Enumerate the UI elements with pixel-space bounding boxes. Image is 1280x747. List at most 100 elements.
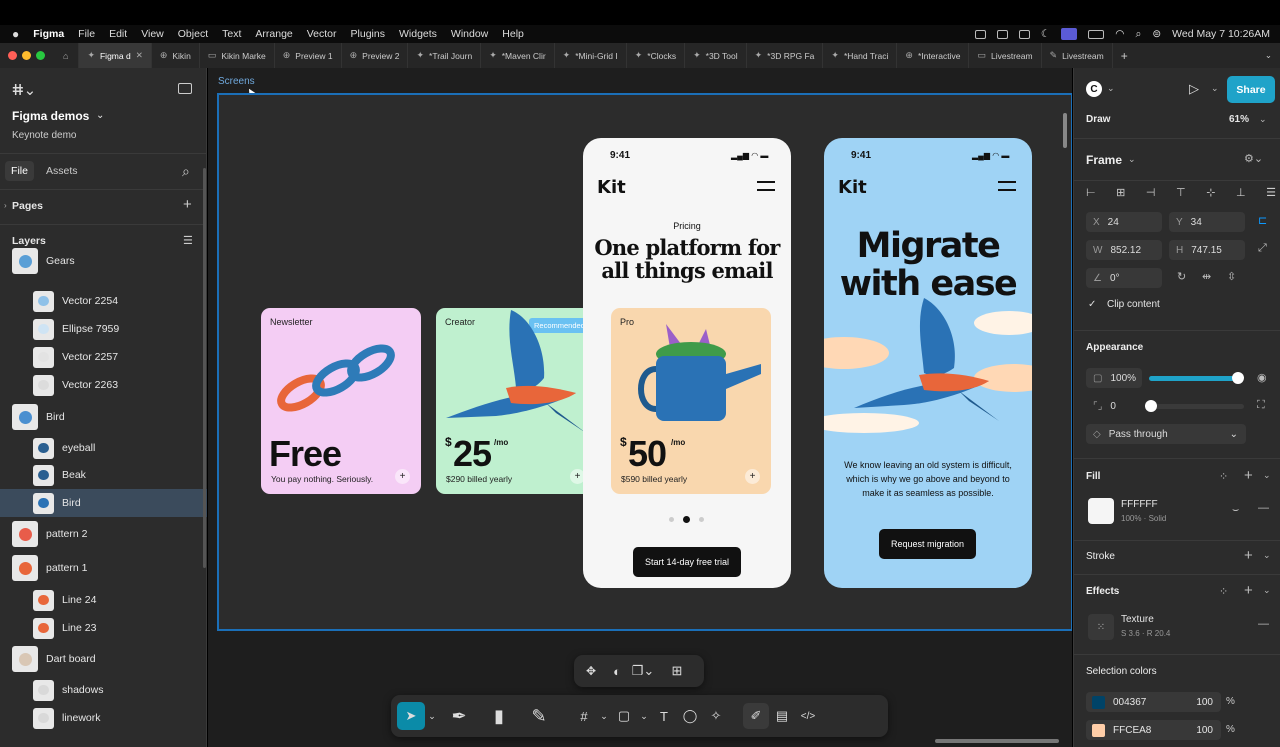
rectangle-tool-icon[interactable]: ▢ xyxy=(611,703,637,729)
comment-tool-icon[interactable]: ◯ xyxy=(677,703,703,729)
menu-file[interactable]: File xyxy=(78,28,95,40)
file-tab-3[interactable]: ⊕ Preview 1 xyxy=(275,43,342,68)
distribute-icon[interactable]: ☰ xyxy=(1266,186,1276,199)
menu-window[interactable]: Window xyxy=(451,28,488,40)
file-tab-12[interactable]: ⊕ *Interactive xyxy=(897,43,970,68)
selection-color-row[interactable]: 004367 100 xyxy=(1086,692,1221,712)
close-tab-icon[interactable]: ✕ xyxy=(136,50,143,61)
menu-view[interactable]: View xyxy=(141,28,164,40)
home-tab[interactable]: ⌂ xyxy=(53,43,80,68)
layer-row[interactable]: Gears xyxy=(0,247,207,275)
maximize-window-button[interactable] xyxy=(36,51,45,60)
zoom-chevron-icon[interactable]: ⌄ xyxy=(1259,114,1267,125)
layer-row[interactable]: Dart board xyxy=(0,645,207,673)
file-tab-13[interactable]: ▭ Livestream xyxy=(969,43,1042,68)
align-middle-v-icon[interactable]: ⊹ xyxy=(1206,186,1215,199)
layer-row[interactable]: Ellipse 7959 xyxy=(0,315,207,343)
canvas[interactable]: Screens Newsletter Free You pay nothing.… xyxy=(208,68,1072,747)
control-center-icon[interactable]: ⊜ xyxy=(1152,28,1161,40)
layer-row[interactable]: Vector 2263 xyxy=(0,371,207,399)
menu-figma[interactable]: Figma xyxy=(33,28,64,40)
search-icon[interactable]: ⌕ xyxy=(182,163,190,180)
add-stroke-icon[interactable]: + xyxy=(1244,547,1253,564)
search-icon[interactable]: ⌕ xyxy=(1135,28,1141,41)
menu-edit[interactable]: Edit xyxy=(109,28,127,40)
width-field[interactable]: W 852.12 xyxy=(1086,240,1162,260)
wifi-icon[interactable]: ◠ xyxy=(1115,28,1124,40)
frame-type-dropdown[interactable]: Frame xyxy=(1086,153,1122,167)
layer-row[interactable]: pattern 1 xyxy=(0,554,207,582)
pro-card[interactable]: Pro $ 50 /mo $590 billed yearly + xyxy=(611,308,771,494)
mask-icon[interactable]: ◐ xyxy=(604,658,630,684)
layer-row[interactable]: shadows xyxy=(0,676,207,704)
fill-swatch[interactable] xyxy=(1088,498,1114,524)
file-tab-11[interactable]: ✦ *Hand Traci xyxy=(823,43,898,68)
carousel-dot[interactable] xyxy=(699,517,704,522)
layer-row[interactable]: pattern 2 xyxy=(0,520,207,548)
design-mode-icon[interactable]: ▤ xyxy=(769,703,795,729)
tab-assets[interactable]: Assets xyxy=(46,165,78,177)
add-plan-button[interactable]: + xyxy=(395,469,410,484)
user-avatar[interactable]: C xyxy=(1086,81,1102,97)
add-page-icon[interactable]: + xyxy=(183,196,192,213)
avatar-chevron-icon[interactable]: ⌄ xyxy=(1107,83,1115,94)
close-window-button[interactable] xyxy=(8,51,17,60)
layer-row[interactable]: Vector 2257 xyxy=(0,343,207,371)
pricing-phone-screen[interactable]: 9:41 ▂▄▆ ◠ ▬ Kit Pricing One platform fo… xyxy=(583,138,791,588)
layer-row[interactable]: Bird xyxy=(0,403,207,431)
move-tool-chevron-icon[interactable]: ⌄ xyxy=(425,703,439,729)
remove-fill-icon[interactable]: — xyxy=(1258,502,1269,514)
file-tab-14[interactable]: ✎ Livestream xyxy=(1042,43,1113,68)
align-left-icon[interactable]: ⊢ xyxy=(1086,186,1096,199)
canvas-v-scrollbar[interactable] xyxy=(1063,113,1067,148)
radius-slider-track[interactable] xyxy=(1149,404,1244,409)
start-trial-button[interactable]: Start 14-day free trial xyxy=(633,547,741,577)
battery-icon[interactable] xyxy=(1088,29,1105,39)
corner-radius-field[interactable]: ⌜⌟ 0 xyxy=(1086,396,1142,416)
menu-arrange[interactable]: Arrange xyxy=(255,28,292,40)
creator-card[interactable]: Creator Recommended $ 25 /mo $290 billed… xyxy=(436,308,596,494)
component-icon[interactable]: ✥ xyxy=(578,658,604,684)
menu-text[interactable]: Text xyxy=(222,28,241,40)
fill-chevron-icon[interactable]: ⌄ xyxy=(1263,470,1271,481)
flip-horizontal-icon[interactable]: ⇹ xyxy=(1202,270,1211,283)
status-icon-a[interactable] xyxy=(974,29,986,39)
panel-toggle-icon[interactable] xyxy=(178,83,192,94)
x-field[interactable]: X 24 xyxy=(1086,212,1162,232)
carousel-dot[interactable] xyxy=(669,517,674,522)
clip-content-checkbox[interactable]: ✓ xyxy=(1088,299,1096,310)
screen-mirror-icon[interactable] xyxy=(1061,28,1078,40)
layer-row[interactable]: Bird xyxy=(0,489,207,517)
zoom-level[interactable]: 61% xyxy=(1229,114,1249,125)
figma-menu-icon[interactable]: ⵌ⌄ xyxy=(12,81,36,99)
present-play-icon[interactable]: ▷ xyxy=(1189,81,1199,97)
layer-row[interactable]: linework xyxy=(0,704,207,732)
migrate-phone-screen[interactable]: 9:41 ▂▄▆ ◠ ▬ Kit Migrate with ease We kn… xyxy=(824,138,1032,588)
color-swatch[interactable] xyxy=(1092,695,1105,709)
draw-mode-icon[interactable]: ✐ xyxy=(743,703,769,729)
remove-effect-icon[interactable]: — xyxy=(1258,618,1269,630)
menu-icon[interactable] xyxy=(998,181,1016,191)
effects-chevron-icon[interactable]: ⌄ xyxy=(1263,585,1271,596)
file-tab-8[interactable]: ✦ *Clocks xyxy=(627,43,686,68)
grid-layout-icon[interactable]: ⊞ xyxy=(664,658,690,684)
tabs-menu-chevron-icon[interactable]: ⌄ xyxy=(1257,43,1280,68)
status-icon-c[interactable] xyxy=(1018,29,1030,39)
layer-row[interactable]: Line 24 xyxy=(0,586,207,614)
moon-icon[interactable]: ☾ xyxy=(1041,28,1050,40)
file-tab-4[interactable]: ⊕ Preview 2 xyxy=(342,43,409,68)
radius-slider-thumb[interactable] xyxy=(1145,400,1157,412)
carousel-dot-active[interactable] xyxy=(683,516,690,523)
fill-hex[interactable]: FFFFFF xyxy=(1121,499,1158,510)
visibility-eye-icon[interactable]: ◉ xyxy=(1257,371,1267,384)
file-tab-10[interactable]: ✦ *3D RPG Fa xyxy=(747,43,824,68)
constraints-icon[interactable]: ⊏ xyxy=(1258,214,1267,227)
align-bottom-icon[interactable]: ⊥ xyxy=(1236,186,1246,199)
opacity-slider[interactable] xyxy=(1149,376,1239,381)
ai-tool-icon[interactable]: ✧ xyxy=(703,703,729,729)
menu-object[interactable]: Object xyxy=(178,28,208,40)
carousel-dots[interactable] xyxy=(669,516,704,523)
shape-tool-chevron-icon[interactable]: ⌄ xyxy=(637,703,651,729)
file-tab-0[interactable]: ✦ Figma d ✕ xyxy=(79,43,152,68)
file-tab-9[interactable]: ✦ *3D Tool xyxy=(685,43,747,68)
